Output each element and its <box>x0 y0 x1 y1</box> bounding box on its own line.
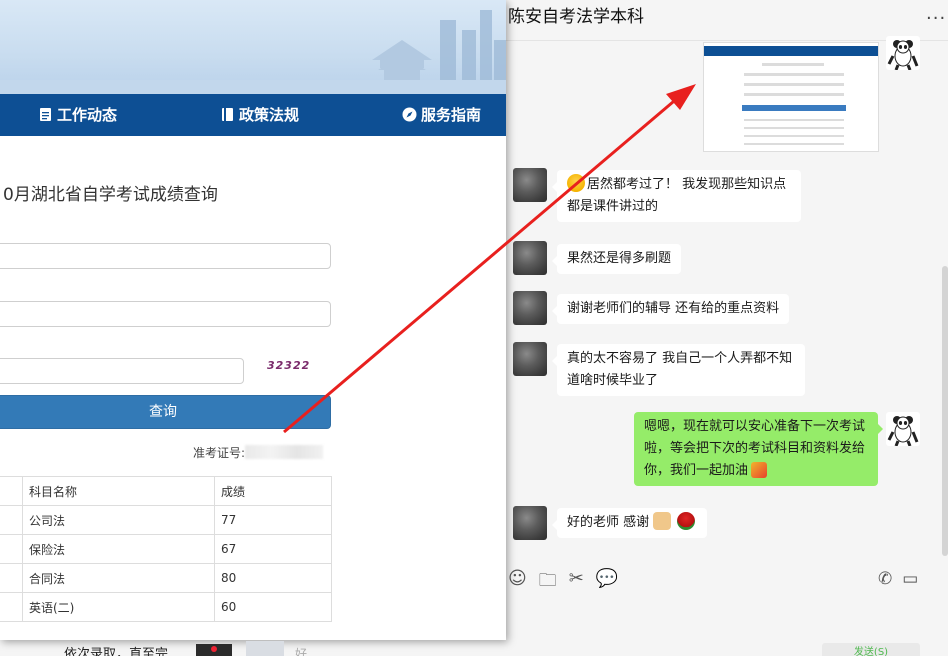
exam-result-webpage: 工作动态 政策法规 服务指南 0月湖北省自学考试成绩查询 32322 查询 准考… <box>0 0 506 640</box>
table-header: 成绩 <box>214 476 332 506</box>
chat-message: 果然还是得多刷题 <box>551 244 682 274</box>
rose-emoji <box>677 512 696 530</box>
phone-icon[interactable]: ✆ <box>878 569 892 589</box>
table-cell: 77 <box>214 505 332 535</box>
chat-scrollbar[interactable] <box>942 266 948 556</box>
folder-icon[interactable]: 🗀 <box>539 568 557 598</box>
call-toolbar: ✆ ▭ <box>878 569 918 589</box>
chat-message: 好的老师 感谢 <box>551 508 708 538</box>
table-header <box>0 476 23 506</box>
contact-avatar[interactable] <box>513 291 547 325</box>
my-avatar[interactable] <box>886 36 920 70</box>
table-header: 科目名称 <box>22 476 215 506</box>
name-input[interactable] <box>0 243 331 269</box>
table-cell: 合同法 <box>22 563 215 593</box>
chat-message: 谢谢老师们的辅导 还有给的重点资料 <box>551 294 790 324</box>
compass-icon <box>402 107 417 122</box>
laugh-cry-emoji <box>567 174 585 192</box>
table-header-row: 科目名称 成绩 <box>0 476 332 506</box>
query-button[interactable]: 查询 <box>0 395 331 429</box>
party-popper-emoji <box>751 462 768 478</box>
shared-screenshot-image[interactable] <box>703 42 879 152</box>
table-cell: 67 <box>214 534 332 564</box>
table-cell: 80 <box>214 563 332 593</box>
chat-input-toolbar: ☺ 🗀 ✂ 💬 <box>508 568 618 598</box>
table-cell: 英语(二) <box>22 592 215 622</box>
table-cell: 公司法 <box>22 505 215 535</box>
contact-avatar[interactable] <box>513 506 547 540</box>
document-icon <box>40 108 51 121</box>
my-chat-message: 嗯嗯，现在就可以安心准备下一次考试啦，等会把下次的考试科目和资料发给你，我们一起… <box>634 412 883 486</box>
id-number-input[interactable] <box>0 301 331 327</box>
table-row: 合同法 80 <box>0 563 332 593</box>
video-icon[interactable]: ▭ <box>902 569 918 589</box>
top-navigation-bar: 工作动态 政策法规 服务指南 <box>0 94 506 136</box>
captcha-image[interactable]: 32322 <box>267 359 310 372</box>
chat-title: 陈安自考法学本科 <box>508 7 644 27</box>
ticket-number: 准考证号: <box>193 444 324 461</box>
emoji-icon[interactable]: ☺ <box>508 568 527 598</box>
notification-badge <box>196 644 232 656</box>
chat-header-divider <box>505 40 948 41</box>
background-avatar <box>246 641 284 656</box>
score-table: 科目名称 成绩 公司法 77 保险法 67 合同法 80 英语(二) 60 <box>0 476 332 622</box>
table-cell <box>0 563 23 593</box>
chat-bubble-icon[interactable]: 💬 <box>596 568 618 598</box>
background-text: 好 <box>295 647 308 656</box>
chat-message: 真的太不容易了 我自己一个人弄都不知道啥时候毕业了 <box>552 344 805 396</box>
table-row: 保险法 67 <box>0 534 332 564</box>
table-cell: 保险法 <box>22 534 215 564</box>
header-banner <box>0 0 506 94</box>
redacted-ticket-number <box>245 445 324 459</box>
table-cell <box>0 505 23 535</box>
captcha-input[interactable] <box>0 358 244 384</box>
pray-emoji <box>653 512 672 530</box>
book-icon <box>222 108 233 121</box>
contact-avatar[interactable] <box>513 168 547 202</box>
table-cell: 60 <box>214 592 332 622</box>
more-options-icon[interactable]: ··· <box>926 8 946 29</box>
page-title: 0月湖北省自学考试成绩查询 <box>3 185 218 205</box>
nav-item-work-news[interactable]: 工作动态 <box>38 104 117 125</box>
table-cell <box>0 592 23 622</box>
contact-avatar[interactable] <box>513 241 547 275</box>
nav-item-service-guide[interactable]: 服务指南 <box>402 104 481 125</box>
table-row: 英语(二) 60 <box>0 592 332 622</box>
scissors-icon[interactable]: ✂ <box>569 568 584 598</box>
background-text: 依次录取，直至完 <box>64 647 169 656</box>
table-row: 公司法 77 <box>0 505 332 535</box>
my-avatar[interactable] <box>886 412 920 446</box>
chat-message: 居然都考过了！ 我发现那些知识点都是课件讲过的 <box>552 170 801 222</box>
send-button[interactable]: 发送(S) <box>822 643 920 656</box>
contact-avatar[interactable] <box>513 342 547 376</box>
table-cell <box>0 534 23 564</box>
nav-item-policy[interactable]: 政策法规 <box>220 104 299 125</box>
